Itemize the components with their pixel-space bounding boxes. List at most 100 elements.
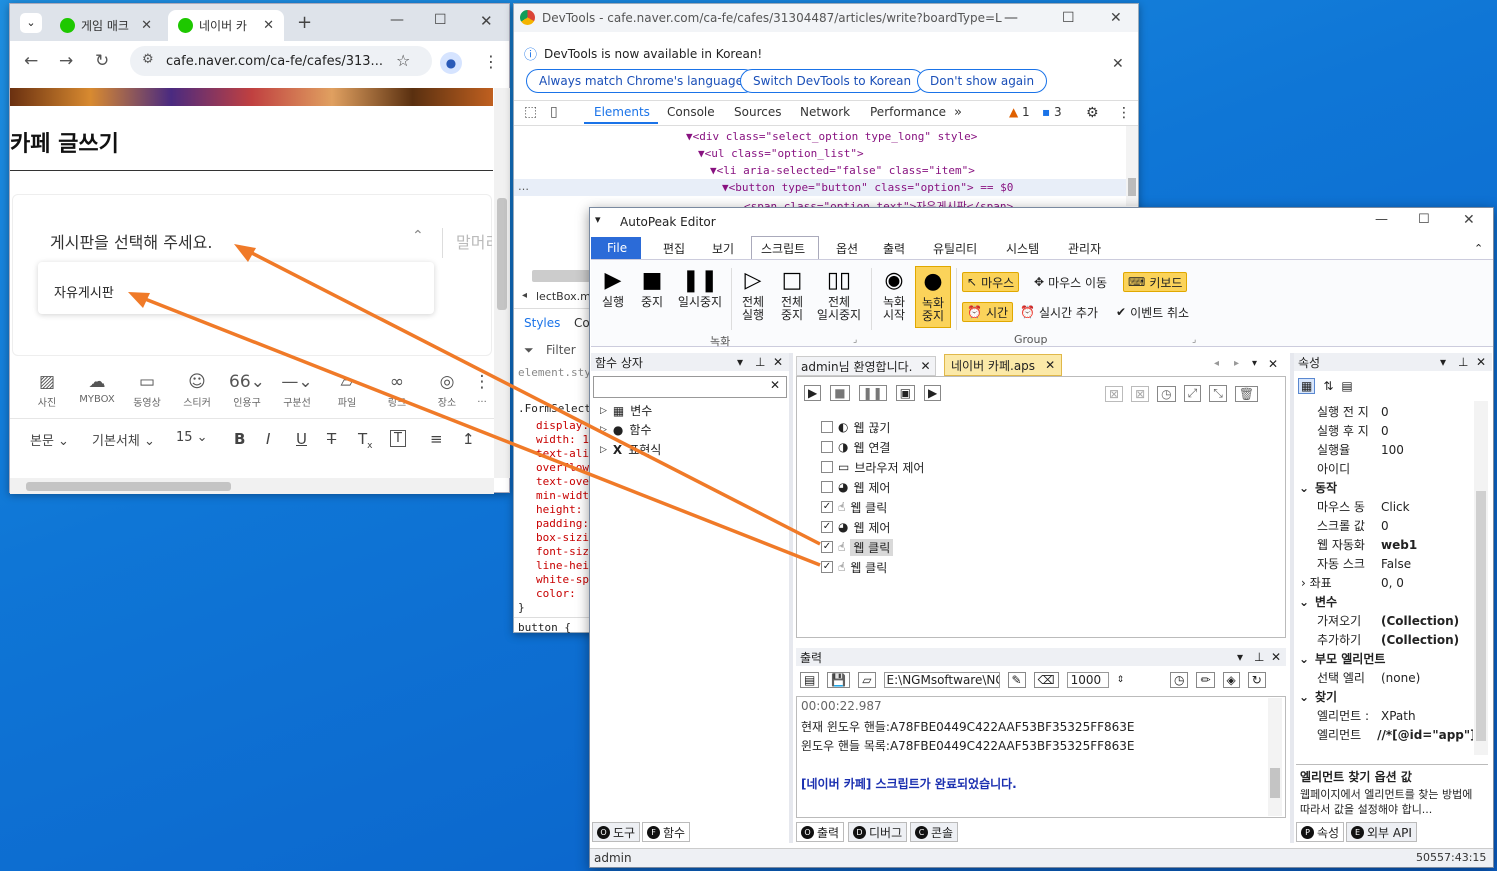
tool-quote[interactable]: 66⌄ 인용구 bbox=[227, 372, 267, 409]
doc-tab-naver-cafe[interactable]: 네이버 카페.aps ✕ bbox=[944, 354, 1063, 376]
tool-more[interactable]: ⋮... bbox=[472, 372, 492, 405]
trash-icon[interactable]: 🗑 bbox=[1234, 385, 1259, 402]
expand-icon[interactable]: ⌄ bbox=[1293, 481, 1315, 495]
close-icon[interactable]: ✕ bbox=[1476, 355, 1486, 369]
property-row[interactable]: 스크롤 값0 bbox=[1293, 516, 1473, 535]
tool-divider[interactable]: —⌄ 구분선 bbox=[277, 372, 317, 409]
css-property[interactable]: box-sizin bbox=[536, 531, 596, 544]
output-path-input[interactable]: E:\NGMsoftware\NG bbox=[883, 672, 1000, 688]
record-start-button[interactable]: ◉ 녹화 시작 bbox=[878, 266, 910, 322]
stop-button[interactable]: ■ 중지 bbox=[637, 266, 667, 309]
save-icon[interactable]: 💾 bbox=[827, 672, 851, 688]
board-select[interactable]: 게시판을 선택해 주세요. bbox=[50, 229, 212, 253]
expand-icon[interactable]: ▷ bbox=[600, 406, 607, 416]
tool-sticker[interactable]: ☺ 스티커 bbox=[177, 372, 217, 409]
device-toggle-icon[interactable]: ▯ bbox=[550, 104, 558, 120]
paint-bucket-icon[interactable]: ◈ bbox=[1222, 672, 1240, 688]
tool-place[interactable]: ◎ 장소 bbox=[427, 372, 467, 409]
message-icon[interactable]: ▪ 3 bbox=[1042, 105, 1062, 119]
styles-filter-input[interactable]: Filter bbox=[546, 343, 576, 357]
bold-icon[interactable]: B bbox=[234, 430, 245, 448]
menu-output[interactable]: 출력 bbox=[883, 240, 905, 257]
menu-edit[interactable]: 편집 bbox=[663, 240, 685, 257]
property-category[interactable]: ⌄ 변수 bbox=[1293, 592, 1337, 611]
css-property[interactable]: height: bbox=[536, 503, 582, 516]
alphabetical-icon[interactable]: ⇅ bbox=[1323, 379, 1333, 393]
categorized-icon[interactable]: ▦ bbox=[1298, 378, 1316, 394]
close-window-icon[interactable]: ✕ bbox=[1463, 212, 1475, 228]
menu-system[interactable]: 시스템 bbox=[1006, 240, 1039, 257]
script-item[interactable]: ◕ 웹 제어 bbox=[821, 478, 890, 496]
menu-options[interactable]: 옵션 bbox=[836, 240, 858, 257]
star-icon[interactable]: ☆ bbox=[396, 51, 410, 70]
expand-icon[interactable]: ▷ bbox=[600, 425, 607, 435]
minimize-icon[interactable]: — bbox=[1375, 212, 1388, 227]
dialog-launcher-icon[interactable]: ⌟ bbox=[853, 335, 857, 345]
tab-naver-cafe[interactable]: 네이버 카 ✕ bbox=[168, 10, 284, 41]
selected-dom-node[interactable]: ▼<button type="button" class="option"> =… bbox=[722, 181, 1013, 194]
new-tab-icon[interactable]: + bbox=[297, 12, 312, 33]
folder-icon[interactable]: ▱ bbox=[858, 672, 876, 688]
bottom-tab-console[interactable]: C 콘솔 bbox=[910, 822, 959, 842]
text-color-icon[interactable]: T bbox=[390, 430, 406, 447]
expand-icon[interactable]: ⌄ bbox=[1293, 690, 1315, 704]
css-property[interactable]: text-over bbox=[536, 475, 596, 488]
css-property[interactable]: display: bbox=[536, 419, 589, 432]
expand-icon[interactable]: › bbox=[1301, 576, 1310, 590]
tab-list-icon[interactable]: ▾ bbox=[1252, 358, 1257, 369]
expand-icon[interactable]: ⤢ bbox=[1183, 385, 1202, 402]
tab-search-button[interactable]: ⌄ bbox=[20, 13, 42, 33]
more-menu-icon[interactable]: ⋮ bbox=[1117, 105, 1131, 121]
script-item[interactable]: ◑ 웹 연결 bbox=[821, 438, 890, 456]
properties-scrollbar[interactable] bbox=[1474, 401, 1488, 755]
strikethrough-icon[interactable]: T bbox=[327, 430, 336, 448]
pin-icon[interactable]: ⊥ bbox=[755, 355, 765, 369]
minimize-icon[interactable]: — bbox=[1004, 10, 1018, 26]
property-row[interactable]: 마우스 동 Click bbox=[1293, 497, 1473, 516]
menu-script[interactable]: 스크립트 bbox=[761, 240, 805, 257]
reload-icon[interactable]: ↻ bbox=[95, 51, 109, 71]
scroll-thumb[interactable] bbox=[497, 198, 507, 310]
close-icon[interactable]: ✕ bbox=[1045, 358, 1055, 372]
tool-mybox[interactable]: ☁ MYBOX bbox=[77, 372, 117, 405]
eraser-icon[interactable]: ⌫ bbox=[1033, 672, 1059, 688]
more-tabs-icon[interactable]: » bbox=[954, 105, 962, 120]
close-window-icon[interactable]: ✕ bbox=[480, 12, 493, 30]
pause-icon[interactable]: ❚❚ bbox=[858, 385, 887, 401]
splitter[interactable] bbox=[789, 353, 793, 843]
menu-view[interactable]: 보기 bbox=[712, 240, 734, 257]
mouse-button[interactable]: ↖ 마우스 bbox=[962, 272, 1020, 292]
scroll-thumb[interactable] bbox=[26, 482, 231, 491]
tree-item-variable[interactable]: ▷ ▦ 변수 bbox=[600, 402, 652, 419]
stop-icon[interactable]: ■ bbox=[830, 385, 850, 401]
underline-icon[interactable]: U bbox=[296, 430, 307, 448]
css-property[interactable]: overflow: bbox=[536, 461, 596, 474]
elements-scrollbar[interactable] bbox=[1126, 126, 1138, 206]
expand-icon[interactable]: ⌄ bbox=[1293, 595, 1315, 609]
item-checkbox[interactable]: ✓ bbox=[821, 561, 833, 573]
close-icon[interactable]: ✕ bbox=[263, 18, 274, 33]
font-size-select[interactable]: 15 ⌄ bbox=[176, 430, 208, 445]
tab-sources[interactable]: Sources bbox=[734, 105, 781, 119]
maximize-icon[interactable]: ☐ bbox=[1418, 212, 1430, 227]
warning-icon[interactable]: ▲ 1 bbox=[1009, 105, 1030, 119]
chevron-up-icon[interactable]: ⌃ bbox=[412, 228, 424, 244]
maximize-icon[interactable]: ☐ bbox=[434, 12, 447, 28]
forward-icon[interactable]: → bbox=[59, 51, 73, 71]
brush-icon[interactable]: ✏ bbox=[1196, 672, 1215, 688]
property-row[interactable]: 웹 자동화 web1 bbox=[1293, 535, 1473, 554]
window-menu-icon[interactable]: ▾ bbox=[595, 213, 601, 226]
css-property[interactable]: line-heig bbox=[536, 559, 596, 572]
clear-search-icon[interactable]: ✕ bbox=[770, 378, 780, 392]
element-style-rule[interactable]: element.styl bbox=[518, 366, 597, 379]
property-row[interactable]: 아이디 bbox=[1293, 459, 1473, 478]
tree-item-expression[interactable]: ▷ X 표현식 bbox=[600, 441, 661, 458]
menu-utility[interactable]: 유틸리티 bbox=[933, 240, 977, 257]
css-property[interactable]: min-width bbox=[536, 489, 596, 502]
crumb-left-icon[interactable]: ◂ bbox=[522, 290, 527, 301]
tab-performance[interactable]: Performance bbox=[870, 105, 946, 119]
css-selector[interactable]: .FormSelectB bbox=[518, 402, 597, 415]
vertical-scrollbar[interactable] bbox=[494, 88, 510, 478]
dropdown-icon[interactable]: ▾ bbox=[1237, 650, 1243, 664]
tab-computed[interactable]: Co bbox=[574, 316, 590, 330]
